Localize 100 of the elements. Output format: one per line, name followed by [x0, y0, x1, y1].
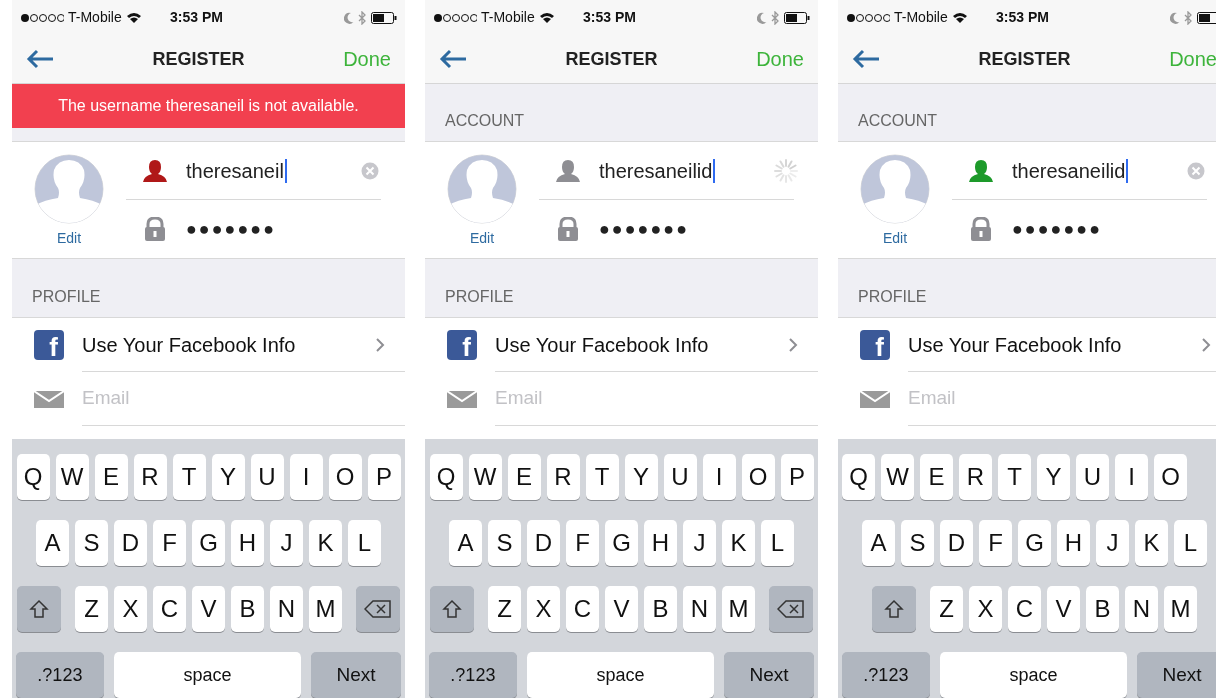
keyboard-key[interactable]: O: [1154, 454, 1187, 500]
keyboard-key[interactable]: B: [1086, 586, 1119, 632]
email-field[interactable]: Email: [495, 384, 695, 413]
next-key[interactable]: Next: [724, 652, 814, 698]
facebook-info-link[interactable]: Use Your Facebook Info: [82, 329, 375, 360]
keyboard-key[interactable]: Q: [16, 454, 50, 500]
next-key[interactable]: Next: [1137, 652, 1216, 698]
keyboard-key[interactable]: O: [741, 454, 775, 500]
keyboard-key[interactable]: O: [328, 454, 362, 500]
keyboard-key[interactable]: G: [1018, 520, 1051, 566]
numbers-key[interactable]: .?123: [429, 652, 517, 698]
edit-photo-link[interactable]: Edit: [882, 228, 908, 250]
keyboard-key[interactable]: U: [250, 454, 284, 500]
password-field[interactable]: ●●●●●●●: [599, 215, 690, 243]
numbers-key[interactable]: .?123: [16, 652, 104, 698]
keyboard-key[interactable]: U: [1076, 454, 1109, 500]
keyboard-key[interactable]: U: [663, 454, 697, 500]
keyboard-key[interactable]: Y: [211, 454, 245, 500]
keyboard-key[interactable]: T: [998, 454, 1031, 500]
keyboard-key[interactable]: Y: [1037, 454, 1070, 500]
keyboard-key[interactable]: C: [153, 586, 186, 632]
keyboard-key[interactable]: I: [289, 454, 323, 500]
keyboard-key[interactable]: G: [605, 520, 638, 566]
shift-key[interactable]: [430, 586, 474, 632]
keyboard-key[interactable]: H: [231, 520, 264, 566]
keyboard-key[interactable]: L: [1174, 520, 1207, 566]
keyboard-key[interactable]: D: [940, 520, 973, 566]
back-button[interactable]: [852, 49, 880, 70]
keyboard-key[interactable]: I: [702, 454, 736, 500]
keyboard-key[interactable]: C: [1008, 586, 1041, 632]
facebook-info-link[interactable]: Use Your Facebook Info: [495, 329, 788, 360]
keyboard-key[interactable]: P: [780, 454, 814, 500]
keyboard-key[interactable]: W: [468, 454, 502, 500]
keyboard-key[interactable]: V: [1047, 586, 1080, 632]
username-field[interactable]: theresaneilid: [599, 158, 716, 183]
keyboard-key[interactable]: K: [1135, 520, 1168, 566]
keyboard-key[interactable]: K: [722, 520, 755, 566]
keyboard-key[interactable]: V: [192, 586, 225, 632]
keyboard-key[interactable]: W: [55, 454, 89, 500]
keyboard-key[interactable]: S: [488, 520, 521, 566]
keyboard-key[interactable]: Q: [842, 454, 875, 500]
edit-photo-link[interactable]: Edit: [469, 228, 495, 250]
keyboard-key[interactable]: E: [507, 454, 541, 500]
keyboard-key[interactable]: T: [172, 454, 206, 500]
keyboard-key[interactable]: E: [920, 454, 953, 500]
keyboard-key[interactable]: M: [722, 586, 755, 632]
edit-photo-link[interactable]: Edit: [56, 228, 82, 250]
email-field[interactable]: Email: [82, 384, 282, 413]
keyboard-key[interactable]: R: [133, 454, 167, 500]
keyboard-key[interactable]: F: [153, 520, 186, 566]
keyboard-key[interactable]: N: [270, 586, 303, 632]
keyboard-key[interactable]: T: [585, 454, 619, 500]
keyboard-key[interactable]: B: [644, 586, 677, 632]
keyboard-key[interactable]: E: [94, 454, 128, 500]
keyboard-key[interactable]: J: [270, 520, 303, 566]
space-key[interactable]: space: [113, 652, 302, 698]
keyboard-key[interactable]: C: [566, 586, 599, 632]
keyboard-key[interactable]: H: [644, 520, 677, 566]
back-button[interactable]: [439, 49, 467, 70]
keyboard-key[interactable]: P: [367, 454, 401, 500]
keyboard-key[interactable]: A: [449, 520, 482, 566]
backspace-key[interactable]: [356, 586, 400, 632]
keyboard-key[interactable]: I: [1115, 454, 1148, 500]
keyboard-key[interactable]: X: [114, 586, 147, 632]
email-field[interactable]: Email: [908, 384, 1108, 413]
keyboard-key[interactable]: L: [348, 520, 381, 566]
keyboard-key[interactable]: H: [1057, 520, 1090, 566]
username-field[interactable]: theresaneil: [186, 158, 287, 183]
keyboard-key[interactable]: K: [309, 520, 342, 566]
keyboard-key[interactable]: Z: [75, 586, 108, 632]
space-key[interactable]: space: [939, 652, 1128, 698]
keyboard-key[interactable]: Z: [488, 586, 521, 632]
keyboard-key[interactable]: X: [969, 586, 1002, 632]
keyboard-key[interactable]: Q: [429, 454, 463, 500]
keyboard-key[interactable]: D: [114, 520, 147, 566]
back-button[interactable]: [26, 49, 54, 70]
keyboard-key[interactable]: S: [901, 520, 934, 566]
numbers-key[interactable]: .?123: [842, 652, 930, 698]
keyboard-key[interactable]: R: [959, 454, 992, 500]
keyboard-key[interactable]: B: [231, 586, 264, 632]
next-key[interactable]: Next: [311, 652, 401, 698]
keyboard-key[interactable]: N: [683, 586, 716, 632]
username-field[interactable]: theresaneilid: [1012, 158, 1129, 183]
facebook-info-link[interactable]: Use Your Facebook Info: [908, 329, 1201, 360]
keyboard-key[interactable]: N: [1125, 586, 1158, 632]
password-field[interactable]: ●●●●●●●: [1012, 215, 1103, 243]
keyboard-key[interactable]: W: [881, 454, 914, 500]
keyboard-key[interactable]: A: [36, 520, 69, 566]
password-field[interactable]: ●●●●●●●: [186, 215, 277, 243]
keyboard-key[interactable]: R: [546, 454, 580, 500]
keyboard-key[interactable]: A: [862, 520, 895, 566]
shift-key[interactable]: [17, 586, 61, 632]
keyboard-key[interactable]: V: [605, 586, 638, 632]
keyboard-key[interactable]: Z: [930, 586, 963, 632]
keyboard-key[interactable]: J: [683, 520, 716, 566]
keyboard-key[interactable]: D: [527, 520, 560, 566]
keyboard-key[interactable]: M: [309, 586, 342, 632]
keyboard-key[interactable]: Y: [624, 454, 658, 500]
space-key[interactable]: space: [526, 652, 715, 698]
keyboard-key[interactable]: M: [1164, 586, 1197, 632]
